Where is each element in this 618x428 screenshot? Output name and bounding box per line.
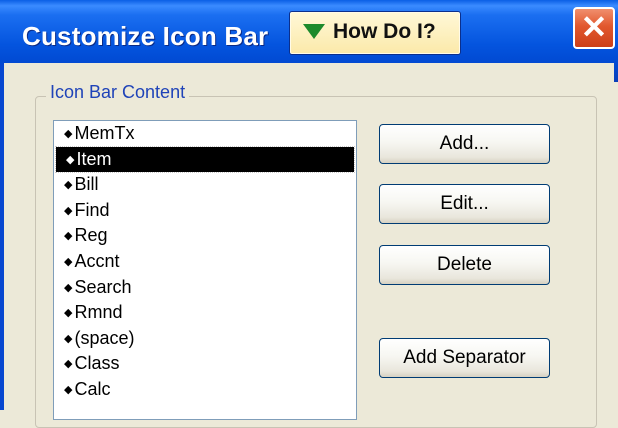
delete-button[interactable]: Delete — [379, 245, 550, 285]
edit-button[interactable]: Edit... — [379, 184, 550, 224]
list-item[interactable]: ◆ Find — [54, 198, 356, 224]
how-do-i-label: How Do I? — [333, 20, 436, 43]
diamond-bullet-icon: ◆ — [64, 230, 73, 243]
diamond-bullet-icon: ◆ — [64, 358, 73, 371]
add-button[interactable]: Add... — [379, 124, 550, 164]
diamond-bullet-icon: ◆ — [64, 307, 73, 320]
diamond-bullet-icon: ◆ — [64, 332, 73, 345]
diamond-bullet-icon: ◆ — [64, 281, 73, 294]
diamond-bullet-icon: ◆ — [64, 128, 73, 140]
list-item[interactable]: ◆ Reg — [54, 223, 356, 249]
green-down-triangle-icon — [303, 24, 325, 39]
close-icon: ✕ — [580, 9, 608, 45]
list-item-selected[interactable]: ◆ Item — [55, 145, 355, 174]
diamond-bullet-icon: ◆ — [64, 204, 73, 217]
list-item[interactable]: ◆ (space) — [54, 326, 356, 352]
diamond-bullet-icon: ◆ — [66, 153, 75, 166]
group-title: Icon Bar Content — [46, 82, 190, 103]
list-item[interactable]: ◆ Bill — [54, 172, 356, 198]
icon-bar-listbox[interactable]: ◆ MemTx ◆ Item ◆ Bill ◆ Find ◆ Reg ◆ Accnt ◆ Se… — [53, 120, 357, 420]
list-item[interactable]: ◆ Search — [54, 275, 356, 301]
diamond-bullet-icon: ◆ — [64, 179, 73, 192]
list-item[interactable]: ◆ Accnt — [54, 249, 356, 275]
close-button[interactable]: ✕ — [573, 7, 615, 49]
how-do-i-button[interactable]: How Do I? — [289, 11, 461, 55]
list-item[interactable]: ◆ Class — [54, 351, 356, 377]
dialog-title: Customize Icon Bar — [22, 21, 269, 51]
add-separator-button[interactable]: Add Separator — [379, 338, 550, 378]
list-item[interactable]: ◆ MemTx — [54, 121, 356, 147]
diamond-bullet-icon: ◆ — [64, 255, 73, 268]
list-item[interactable]: ◆ Rmnd — [54, 300, 356, 326]
list-item[interactable]: ◆ Calc — [54, 377, 356, 403]
diamond-bullet-icon: ◆ — [64, 383, 73, 396]
